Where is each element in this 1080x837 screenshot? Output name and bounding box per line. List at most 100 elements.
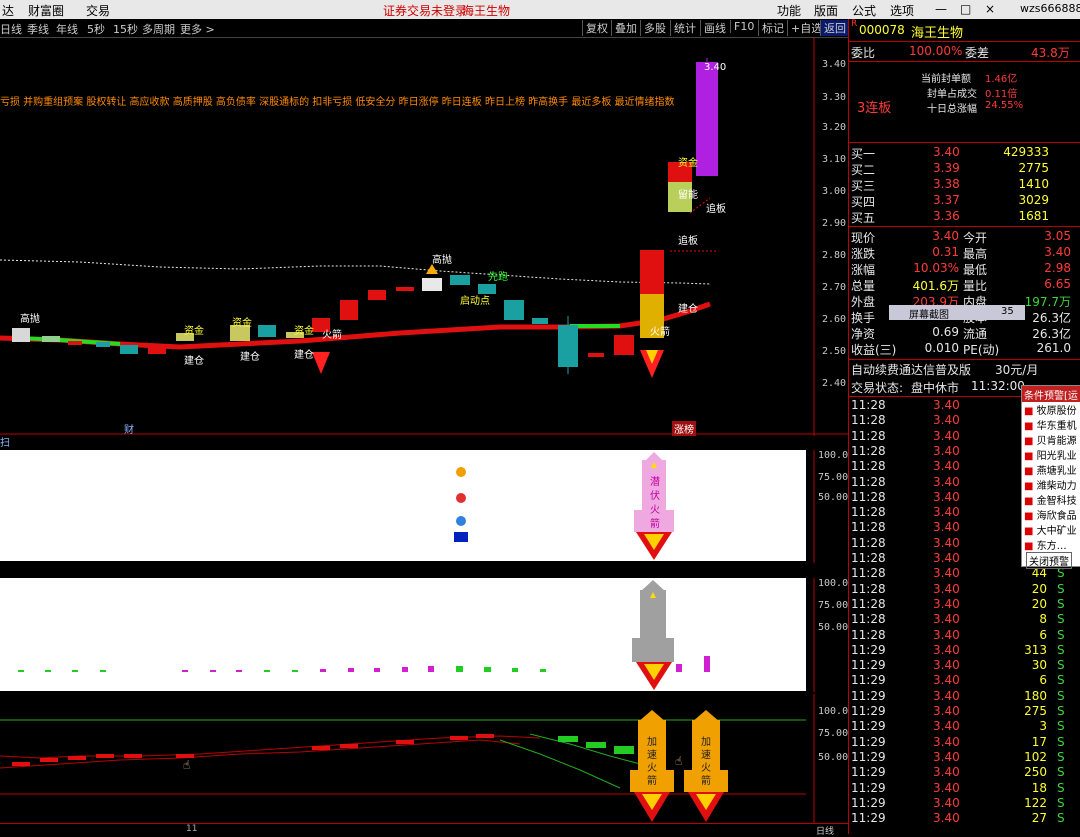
screenshot-tooltip[interactable]: 屏幕截图 35 xyxy=(889,305,1025,321)
annot-xianpao: 先跑 xyxy=(488,272,508,283)
tick-volume: 17 xyxy=(1031,734,1047,749)
tick-time: 11:29 xyxy=(851,811,886,826)
buy-volume: 2775 xyxy=(1018,161,1049,175)
ind1-tick: 100.0 xyxy=(818,450,849,461)
alert-item[interactable]: ■ 牧原股份 xyxy=(1022,402,1080,417)
tag-zhangbang[interactable]: 涨榜 xyxy=(672,421,696,436)
period-more[interactable]: 更多 > xyxy=(180,21,215,37)
buy-label: 买四 xyxy=(851,195,876,209)
tick-price: 3.40 xyxy=(933,459,960,474)
buy-volume: 1681 xyxy=(1018,209,1049,223)
alert-popup[interactable]: 条件预警[运 ■ 牧原股份 ■ 华东重机 ■ 贝肯能源 ■ 阳光乳业 ■ 燕塘乳业 ■ 潍… xyxy=(1021,385,1080,569)
tick-price: 3.40 xyxy=(933,719,960,734)
btn-huaxian[interactable]: 画线 xyxy=(700,20,729,36)
alert-item[interactable]: ■ 贝肯能源 xyxy=(1022,432,1080,447)
tag-sao[interactable]: 扫 xyxy=(0,434,10,449)
period-day[interactable]: 日线 xyxy=(0,21,22,37)
btn-diejia[interactable]: 叠加 xyxy=(611,20,640,36)
buy-price: 3.38 xyxy=(933,177,960,191)
candle xyxy=(422,278,442,291)
alert-item[interactable]: ■ 海欣食品 xyxy=(1022,507,1080,522)
tick-time: 11:28 xyxy=(851,612,886,627)
tick-side: S xyxy=(1057,642,1065,657)
status-label: 交易状态: xyxy=(851,381,904,395)
main-kline-chart[interactable]: 亏损 并购重组预案 股权转让 高应收款 高质押股 高负债率 深股通标的 扣非亏损… xyxy=(0,38,848,449)
tick-side: S xyxy=(1057,673,1065,688)
menu-item-gongneng[interactable]: 功能 xyxy=(777,2,801,19)
login-notice[interactable]: 证券交易未登录 xyxy=(383,2,467,19)
indicator-panel-1[interactable]: 潜伏火箭 100.0 75.00 50.00 xyxy=(0,450,848,563)
fengzhan-value: 0.11倍 xyxy=(985,89,1018,100)
alert-item-name: 潍柴动力 xyxy=(1036,481,1077,492)
screenshot-tooltip-text: 屏幕截图 xyxy=(909,310,949,321)
alert-item-name: 金智科技 xyxy=(1036,496,1077,507)
alert-close-button[interactable]: 关闭预警 xyxy=(1026,552,1072,569)
btn-fuquan[interactable]: 复权 xyxy=(582,20,611,36)
stat-label: PE(动) xyxy=(963,343,1000,357)
alert-item-name: 燕塘乳业 xyxy=(1036,466,1077,477)
tag-cai[interactable]: 财 xyxy=(124,421,134,436)
alert-item[interactable]: ■ 潍柴动力 xyxy=(1022,477,1080,492)
maximize-icon[interactable]: □ xyxy=(960,2,971,16)
menu-item-caifuquan[interactable]: 财富圈 xyxy=(28,2,64,19)
buy-row[interactable]: 买三 3.38 1410 xyxy=(849,177,1080,193)
indicator-panel-2[interactable]: 100.0 75.00 50.00 xyxy=(0,578,848,692)
time-axis: 11 日线 xyxy=(0,823,848,837)
alert-item[interactable]: ■ 燕塘乳业 xyxy=(1022,462,1080,477)
alert-item-name: 海欣食品 xyxy=(1036,511,1077,522)
tick-row: 11:29 3.40 122 S xyxy=(849,796,1080,812)
annot-jiancang-2: 建仓 xyxy=(240,352,260,363)
alert-item[interactable]: ■ 阳光乳业 xyxy=(1022,447,1080,462)
btn-f10[interactable]: F10 xyxy=(730,20,757,33)
rocket-label-1: 潜伏火箭 xyxy=(650,477,660,530)
menu-item-da[interactable]: 达 xyxy=(2,2,14,19)
minimize-icon[interactable]: — xyxy=(935,2,947,16)
period-multi[interactable]: 多周期 xyxy=(142,21,175,37)
menu-item-gongshi[interactable]: 公式 xyxy=(852,2,876,19)
tick-row: 11:29 3.40 313 S xyxy=(849,643,1080,659)
flame-marker xyxy=(312,352,330,374)
btn-tongji[interactable]: 统计 xyxy=(670,20,699,36)
alert-item[interactable]: ■ 华东重机 xyxy=(1022,417,1080,432)
period-year[interactable]: 年线 xyxy=(56,21,78,37)
indicator-panel-3[interactable]: 加速火箭 加速火箭 ☝ ☝ 100.0 75.00 50.00 xyxy=(0,694,848,824)
tick-price: 3.40 xyxy=(933,780,960,795)
buy-row[interactable]: 买二 3.39 2775 xyxy=(849,161,1080,177)
alert-item[interactable]: ■ 东方… xyxy=(1022,537,1080,552)
tick-price: 3.40 xyxy=(933,505,960,520)
ind2-tick: 75.00 xyxy=(818,600,849,611)
period-15s[interactable]: 15秒 xyxy=(113,21,138,37)
btn-biaoji[interactable]: 标记 xyxy=(758,20,787,36)
close-icon[interactable]: × xyxy=(985,2,995,16)
weicha-value: 43.8万 xyxy=(1031,46,1070,60)
alert-list: ■ 牧原股份 ■ 华东重机 ■ 贝肯能源 ■ 阳光乳业 ■ 燕塘乳业 ■ 潍柴动力 ■ 金智… xyxy=(1022,402,1080,552)
candle xyxy=(696,62,718,176)
tick-row: 11:28 3.40 20 S xyxy=(849,597,1080,613)
buy-row[interactable]: 买五 3.36 1681 xyxy=(849,209,1080,225)
mouse-cursor-icon: ☝ xyxy=(675,754,683,768)
alert-item[interactable]: ■ 大中矿业 xyxy=(1022,522,1080,537)
period-quarter[interactable]: 季线 xyxy=(27,21,49,37)
alert-item[interactable]: ■ 金智科技 xyxy=(1022,492,1080,507)
alert-item-icon: ■ xyxy=(1024,526,1034,537)
stat-value: 6.65 xyxy=(1044,277,1071,291)
tick-price: 3.40 xyxy=(933,489,960,504)
annot-zijin-1: 资金 xyxy=(184,326,204,337)
menu-item-banmian[interactable]: 版面 xyxy=(814,2,838,19)
ad-text[interactable]: 自动续费通达信普及版 xyxy=(851,361,971,378)
window-stock-name: 海王生物 xyxy=(462,4,511,18)
ad-price[interactable]: 30元/月 xyxy=(995,361,1038,378)
annot-zhuiban-2: 追板 xyxy=(678,236,698,247)
period-5s[interactable]: 5秒 xyxy=(87,21,105,37)
period-indicator[interactable]: 日线 xyxy=(816,824,834,837)
annot-liuneng: 留能 xyxy=(678,190,698,201)
btn-duogu[interactable]: 多股 xyxy=(640,20,669,36)
btn-back[interactable]: 返回 xyxy=(820,20,849,36)
menu-item-xuanxiang[interactable]: 选项 xyxy=(890,2,914,19)
menu-item-jiaoyi[interactable]: 交易 xyxy=(86,2,110,19)
buy-row[interactable]: 买四 3.37 3029 xyxy=(849,193,1080,209)
candle xyxy=(96,342,110,347)
price-tick: 2.60 xyxy=(822,314,847,325)
user-name[interactable]: wzs666888 xyxy=(1020,2,1080,15)
buy-row[interactable]: 买一 3.40 429333 xyxy=(849,145,1080,161)
